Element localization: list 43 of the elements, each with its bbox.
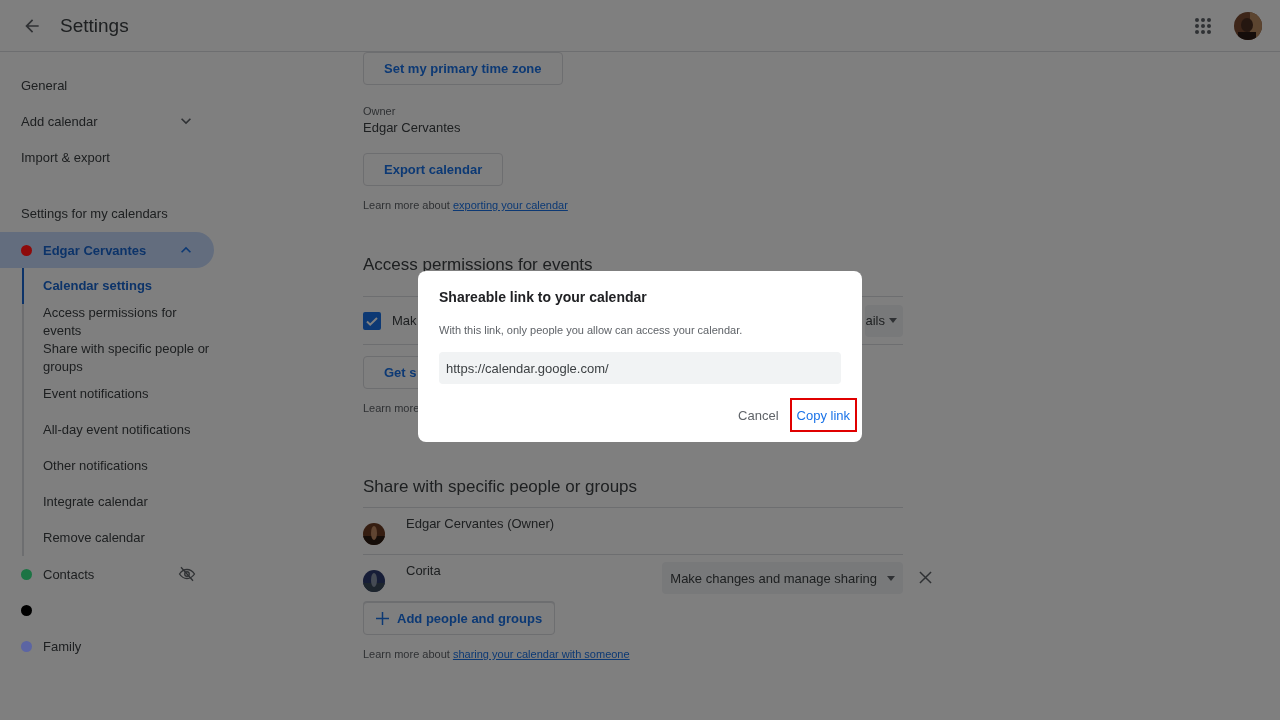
hidden-eye-icon[interactable] bbox=[178, 565, 196, 583]
owner-label: Owner bbox=[363, 105, 396, 117]
person-name: Edgar Cervantes (Owner) bbox=[406, 516, 555, 531]
sidebar-item[interactable]: Add calendar bbox=[0, 103, 214, 139]
permission-dropdown[interactable]: Make changes and manage sharing bbox=[662, 562, 903, 594]
owner-name: Edgar Cervantes bbox=[363, 120, 461, 135]
settings-link[interactable]: All-day event notifications bbox=[43, 412, 213, 448]
cancel-button[interactable]: Cancel bbox=[731, 398, 786, 432]
person-name: Corita bbox=[406, 563, 441, 578]
calendar-item[interactable]: Family bbox=[0, 628, 214, 664]
settings-link[interactable]: Integrate calendar bbox=[43, 484, 213, 520]
settings-link[interactable]: Other notifications bbox=[43, 448, 213, 484]
page-title: Settings bbox=[60, 14, 129, 37]
dialog-title: Shareable link to your calendar bbox=[439, 289, 648, 305]
section-title: Settings for my calendars bbox=[21, 205, 169, 223]
settings-link[interactable]: Access permissions for events bbox=[43, 304, 213, 340]
plus-icon bbox=[376, 612, 389, 625]
section-heading: Access permissions for events bbox=[363, 255, 593, 276]
settings-link[interactable]: Share with specific people or groups bbox=[43, 340, 213, 376]
help-link[interactable]: sharing your calendar with someone bbox=[452, 648, 630, 660]
checkbox-label: Mak bbox=[392, 313, 417, 328]
export-button[interactable]: Export calendar bbox=[363, 153, 504, 186]
access-dropdown[interactable]: ails bbox=[865, 304, 903, 337]
apps-grid-icon[interactable] bbox=[1194, 16, 1212, 35]
calendar-item[interactable]: Edgar Cervantes bbox=[0, 232, 214, 268]
time-zone-button[interactable]: Set my primary time zone bbox=[363, 52, 563, 85]
help-text: Learn more about exporting your calendar bbox=[363, 199, 568, 211]
help-link[interactable]: exporting your calendar bbox=[452, 199, 568, 211]
checkbox[interactable] bbox=[363, 311, 381, 330]
section-heading: Share with specific people or groups bbox=[363, 477, 638, 498]
help-text: Learn more bbox=[363, 402, 420, 414]
sidebar-item[interactable]: Import & export bbox=[0, 139, 214, 175]
add-people-button[interactable]: Add people and groups bbox=[363, 602, 556, 635]
sidebar-item[interactable]: General bbox=[0, 67, 214, 103]
link-field[interactable]: https://calendar.google.com/ bbox=[439, 352, 841, 384]
settings-link[interactable]: Remove calendar bbox=[43, 520, 213, 556]
close-icon[interactable] bbox=[919, 571, 932, 584]
settings-link[interactable]: Event notifications bbox=[43, 376, 213, 412]
calendar-item[interactable]: Contacts bbox=[0, 556, 214, 592]
help-text: Learn more about sharing your calendar with someone bbox=[363, 648, 630, 660]
dialog-text: With this link, only people you allow can access your calendar. bbox=[439, 324, 744, 336]
copy-link-button[interactable]: Copy link bbox=[789, 398, 857, 432]
settings-link[interactable]: Calendar settings bbox=[22, 268, 213, 304]
